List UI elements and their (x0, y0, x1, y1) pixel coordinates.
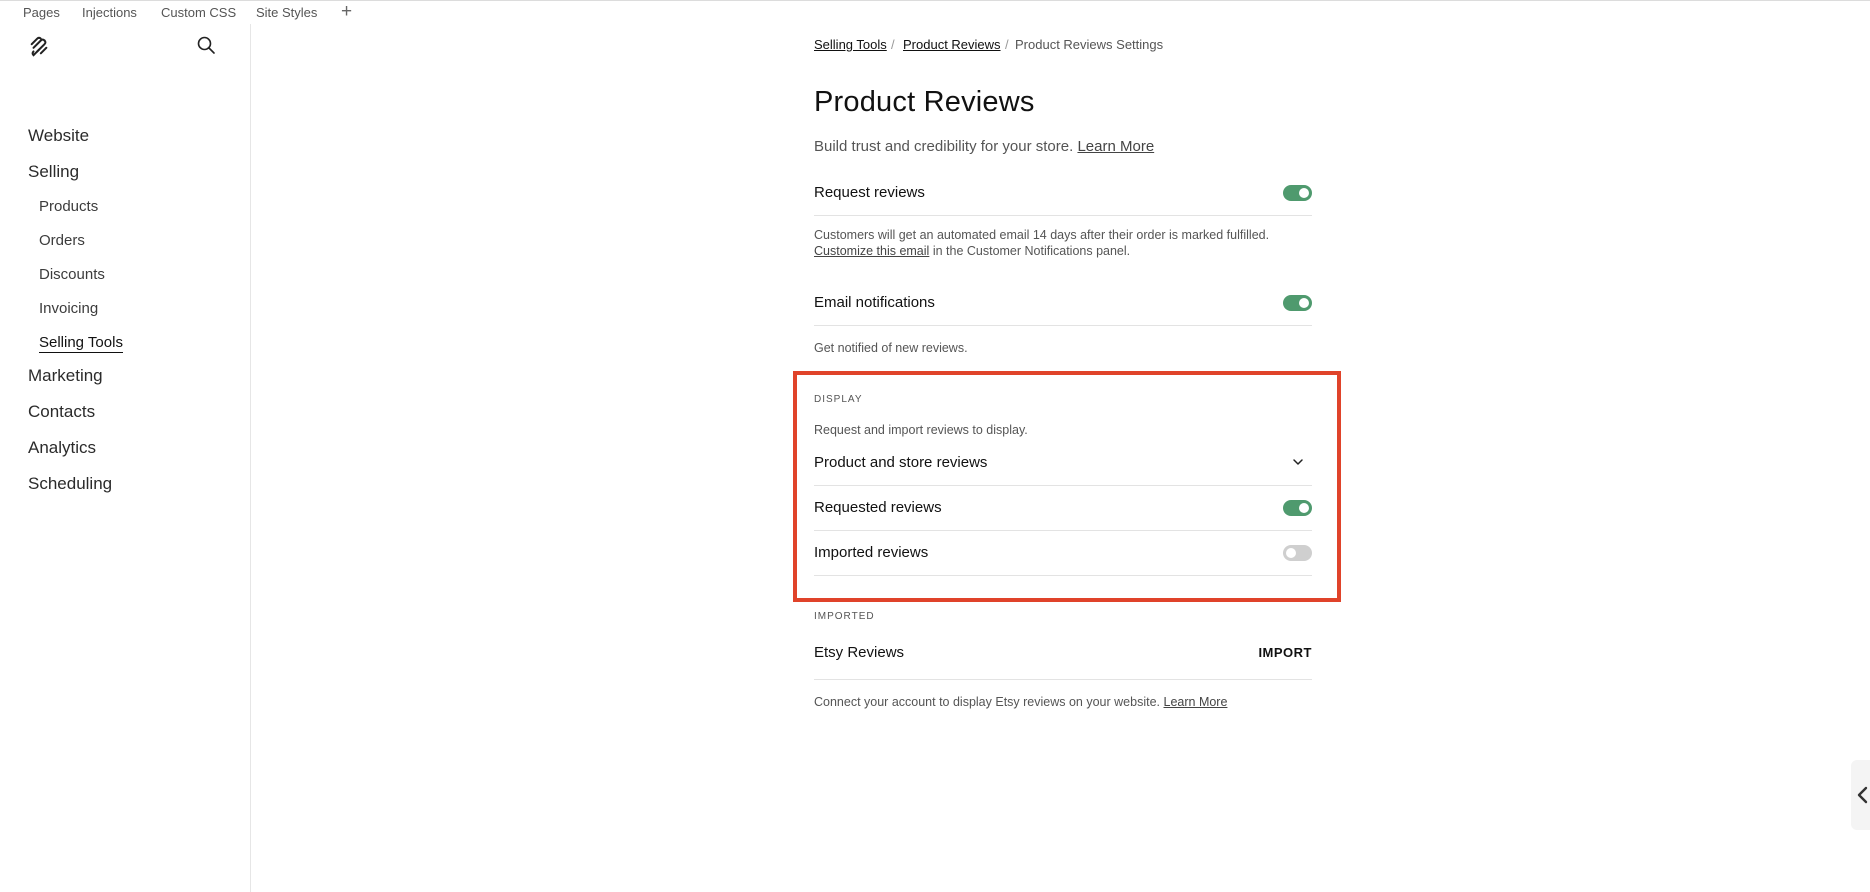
etsy-learn-more-link[interactable]: Learn More (1164, 695, 1228, 709)
request-reviews-row: Request reviews (814, 171, 1312, 216)
top-tab-bar: Pages Injections Custom CSS Site Styles … (0, 0, 1870, 24)
sidebar: Website Selling Products Orders Discount… (0, 24, 251, 892)
breadcrumb-separator: / (1005, 37, 1009, 52)
nav-orders[interactable]: Orders (39, 232, 85, 249)
toggle-knob (1299, 298, 1309, 308)
request-reviews-label: Request reviews (814, 184, 925, 201)
squarespace-logo-icon[interactable] (28, 35, 50, 57)
imported-section-title: IMPORTED (814, 611, 875, 622)
etsy-reviews-label: Etsy Reviews (814, 644, 905, 661)
search-icon[interactable] (196, 35, 216, 55)
toggle-knob (1299, 188, 1309, 198)
tab-custom-css[interactable]: Custom CSS (161, 5, 236, 20)
chevron-left-icon (1857, 786, 1868, 804)
request-reviews-note: Customers will get an automated email 14… (814, 227, 1269, 259)
request-reviews-note-rest: in the Customer Notifications panel. (932, 244, 1131, 258)
nav-marketing[interactable]: Marketing (28, 366, 103, 386)
nav-discounts[interactable]: Discounts (39, 266, 105, 283)
nav-invoicing[interactable]: Invoicing (39, 300, 98, 317)
learn-more-link[interactable]: Learn More (1077, 138, 1154, 155)
breadcrumb-product-reviews[interactable]: Product Reviews (903, 37, 1001, 52)
breadcrumb-selling-tools[interactable]: Selling Tools (814, 37, 887, 52)
nav-selling[interactable]: Selling (28, 162, 79, 182)
breadcrumb-separator: / (891, 37, 895, 52)
tab-site-styles[interactable]: Site Styles (256, 5, 317, 20)
display-highlight-box (793, 371, 1341, 602)
etsy-note-text: Connect your account to display Etsy rev… (814, 695, 1161, 709)
add-tab-icon[interactable]: + (341, 1, 352, 23)
breadcrumb-current: Product Reviews Settings (1015, 37, 1164, 52)
email-notifications-toggle[interactable] (1283, 295, 1312, 311)
import-button[interactable]: IMPORT (1258, 645, 1312, 660)
request-reviews-note-line1: Customers will get an automated email 14… (814, 228, 1270, 242)
page-description: Build trust and credibility for your sto… (814, 138, 1154, 155)
request-reviews-note-line2: Customize this email in the Customer Not… (814, 243, 1269, 259)
etsy-reviews-row: Etsy Reviews IMPORT (814, 630, 1312, 680)
nav-scheduling[interactable]: Scheduling (28, 474, 112, 494)
customize-email-link[interactable]: Customize this email (814, 244, 929, 258)
email-notifications-label: Email notifications (814, 294, 935, 311)
nav-contacts[interactable]: Contacts (28, 402, 95, 422)
nav-website[interactable]: Website (28, 126, 89, 146)
nav-analytics[interactable]: Analytics (28, 438, 96, 458)
tab-pages[interactable]: Pages (23, 5, 60, 20)
email-notifications-note: Get notified of new reviews. (814, 341, 968, 355)
etsy-note: Connect your account to display Etsy rev… (814, 694, 1227, 710)
email-notifications-row: Email notifications (814, 281, 1312, 326)
tab-injections[interactable]: Injections (82, 5, 137, 20)
panel-collapse-handle[interactable] (1851, 760, 1870, 830)
page-description-text: Build trust and credibility for your sto… (814, 138, 1074, 155)
request-reviews-toggle[interactable] (1283, 185, 1312, 201)
nav-products[interactable]: Products (39, 198, 98, 215)
nav-selling-tools[interactable]: Selling Tools (39, 334, 123, 353)
page-title: Product Reviews (814, 86, 1035, 118)
